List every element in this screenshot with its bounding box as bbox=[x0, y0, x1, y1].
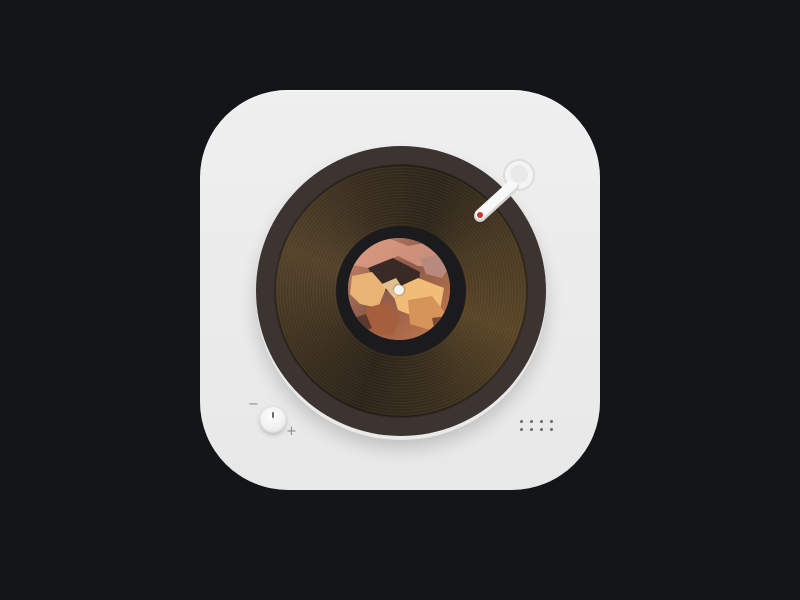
speaker-grille-icon bbox=[518, 418, 558, 432]
knob-indicator bbox=[272, 412, 274, 418]
speaker-hole bbox=[520, 428, 523, 431]
volume-knob-icon[interactable] bbox=[260, 407, 286, 433]
speaker-hole bbox=[550, 420, 553, 423]
volume-plus-label: + bbox=[286, 424, 297, 439]
volume-control: − + bbox=[244, 398, 304, 440]
speaker-hole bbox=[540, 428, 543, 431]
speaker-hole bbox=[550, 428, 553, 431]
speaker-hole bbox=[540, 420, 543, 423]
speaker-hole bbox=[520, 420, 523, 423]
speaker-hole bbox=[530, 428, 533, 431]
stage: − + bbox=[0, 0, 800, 600]
spindle-dot bbox=[394, 285, 404, 295]
volume-minus-label: − bbox=[248, 397, 259, 412]
speaker-hole bbox=[530, 420, 533, 423]
